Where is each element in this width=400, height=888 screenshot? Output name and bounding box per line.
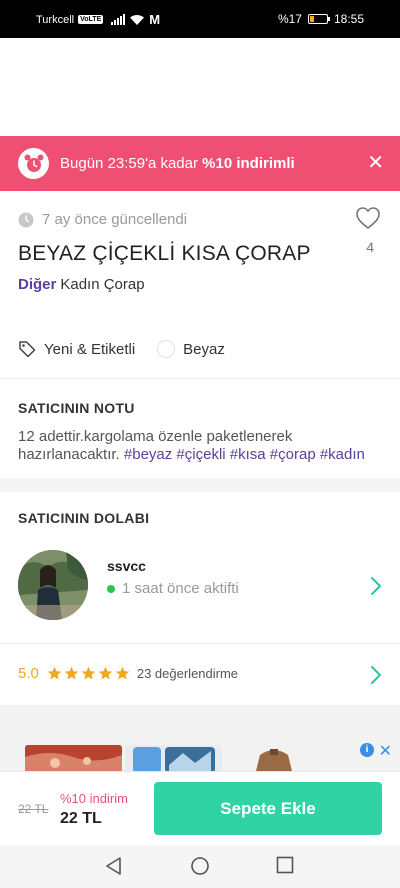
star-icon [98, 666, 113, 680]
volte-badge: VoLTE [78, 15, 104, 24]
ad-info-icon[interactable]: i [360, 743, 374, 757]
battery-percent: %17 [277, 12, 302, 26]
clock-icon [18, 212, 34, 227]
category-sub-link[interactable]: Kadın Çorap [60, 276, 144, 293]
status-bar: Turkcell VoLTE M %17 18:55 [0, 0, 400, 38]
heart-icon [356, 207, 380, 230]
color-swatch [157, 340, 176, 358]
promo-prefix: Bugün 23:59'a kadar [60, 155, 203, 172]
old-price: 22 TL [18, 802, 49, 816]
updated-text: 7 ay önce güncellendi [42, 211, 188, 228]
new-price: 22 TL [60, 810, 102, 827]
like-button[interactable] [354, 206, 382, 235]
section-gap [0, 478, 400, 492]
note-hashtags[interactable]: #beyaz #çiçekli #kısa #çorap #kadın [124, 446, 365, 463]
divider [0, 643, 400, 644]
m-app-icon: M [149, 12, 161, 27]
rating-count: 23 değerlendirme [136, 666, 239, 681]
like-count: 4 [366, 239, 374, 255]
battery-icon [307, 14, 330, 24]
condition-label: Yeni & Etiketli [44, 340, 136, 358]
color-attribute: Beyaz [157, 340, 225, 358]
seller-note-heading: SATICININ NOTU [18, 400, 135, 416]
alarm-clock-icon [18, 148, 49, 179]
promo-text: Bugün 23:59'a kadar %10 indirimli [60, 155, 295, 172]
discount-label: %10 indirim [60, 791, 128, 806]
add-to-cart-button[interactable]: Sepete Ekle [154, 782, 382, 835]
close-icon[interactable]: ✕ [367, 153, 384, 173]
star-icon [81, 666, 96, 680]
seller-username[interactable]: ssvcc [107, 558, 146, 574]
wifi-icon [130, 14, 145, 25]
chevron-right-icon[interactable] [370, 665, 382, 685]
ad-close-icon[interactable]: ✕ [379, 741, 392, 761]
star-icon [115, 666, 130, 680]
system-nav-bar [0, 845, 400, 888]
ad-product-image[interactable] [25, 745, 122, 771]
home-icon[interactable] [190, 856, 210, 876]
back-icon[interactable] [104, 856, 124, 876]
breadcrumb: Diğer Kadın Çorap [18, 276, 145, 293]
rating-score: 5.0 [18, 665, 39, 682]
seller-closet-heading: SATICININ DOLABI [18, 510, 150, 526]
condition-attribute: Yeni & Etiketli [18, 340, 135, 358]
divider [0, 378, 400, 379]
seller-status-text: 1 saat önce aktifti [122, 580, 239, 597]
updated-info: 7 ay önce güncellendi [18, 211, 187, 228]
product-attributes: Yeni & Etiketli Beyaz [18, 340, 247, 358]
star-icon [64, 666, 79, 680]
avatar[interactable] [18, 550, 88, 620]
category-main-link[interactable]: Diğer [18, 276, 56, 293]
clock-time: 18:55 [333, 12, 364, 26]
seller-activity: 1 saat önce aktifti [107, 580, 239, 597]
ad-banner[interactable]: i ✕ [0, 705, 400, 771]
carrier-name: Turkcell [36, 13, 75, 26]
star-icon [47, 666, 62, 680]
rating-stars [47, 666, 130, 681]
color-label: Beyaz [183, 340, 225, 358]
seller-rating[interactable]: 5.0 23 değerlendirme [18, 665, 238, 682]
promo-banner[interactable]: Bugün 23:59'a kadar %10 indirimli ✕ [0, 136, 400, 191]
chevron-right-icon[interactable] [370, 576, 382, 596]
ad-product-image[interactable] [226, 745, 323, 771]
product-title: BEYAZ ÇİÇEKLİ KISA ÇORAP [18, 242, 311, 265]
purchase-bar: 22 TL %10 indirim 22 TL Sepete Ekle [0, 771, 400, 845]
ad-product-image[interactable] [125, 745, 222, 771]
promo-highlight: %10 indirimli [202, 155, 295, 172]
tag-icon [19, 341, 36, 358]
online-status-dot [107, 584, 115, 593]
signal-icon [111, 14, 126, 25]
seller-note-text: 12 adettir.kargolama özenle paketlenerek… [18, 428, 388, 464]
recent-apps-icon[interactable] [276, 856, 294, 874]
